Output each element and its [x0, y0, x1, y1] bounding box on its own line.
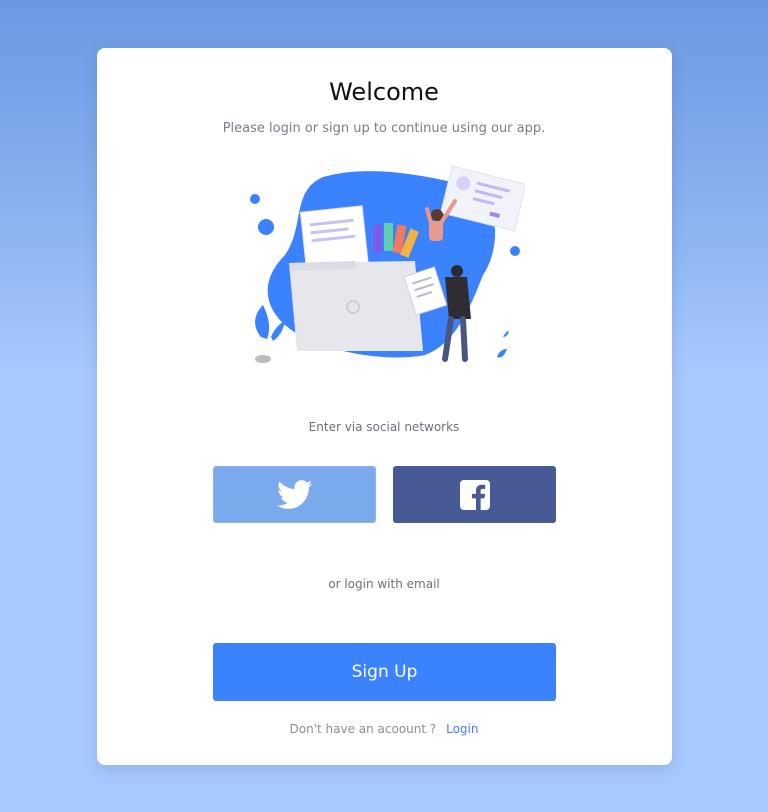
account-prompt: Don't have an acoount ? Login [0, 722, 768, 736]
sign-up-button[interactable]: Sign Up [213, 643, 556, 701]
upload-files-illustration [250, 165, 525, 363]
account-prompt-text: Don't have an acoount ? [289, 722, 437, 736]
login-link[interactable]: Login [446, 722, 478, 736]
facebook-login-button[interactable] [393, 466, 556, 523]
twitter-icon [276, 479, 312, 509]
social-networks-label: Enter via social networks [308, 420, 460, 434]
page-subtitle: Please login or sign up to continue usin… [222, 121, 546, 136]
page-title: Welcome [329, 78, 439, 106]
facebook-icon [459, 479, 490, 510]
email-login-label: or login with email [328, 577, 440, 591]
twitter-login-button[interactable] [213, 466, 376, 523]
